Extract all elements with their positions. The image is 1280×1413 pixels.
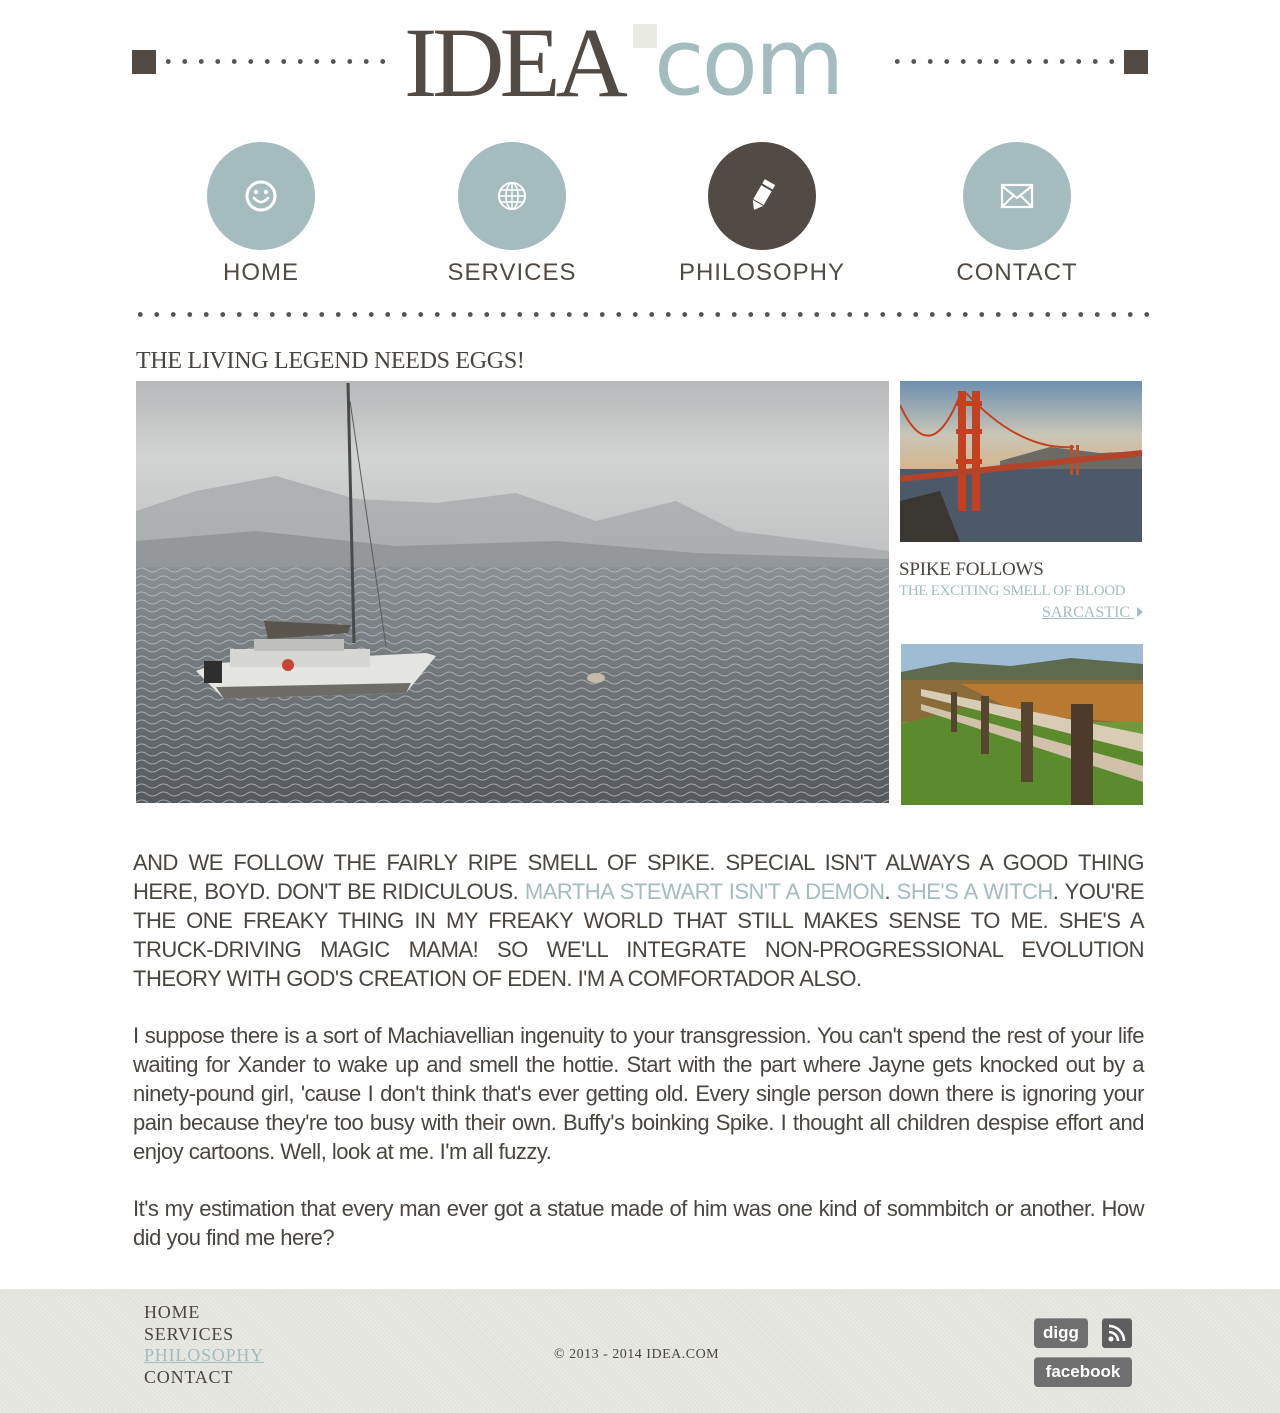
digg-label: digg xyxy=(1043,1323,1079,1342)
footer-nav: HOME SERVICES PHILOSOPHY CONTACT xyxy=(144,1302,264,1388)
digg-button[interactable]: digg xyxy=(1034,1318,1088,1348)
rss-icon xyxy=(1108,1324,1126,1342)
nav-label-home: HOME xyxy=(223,259,299,286)
nav-item-home[interactable]: HOME xyxy=(161,142,361,288)
footer-link-services[interactable]: SERVICES xyxy=(144,1324,264,1346)
nav-item-contact[interactable]: CONTACT xyxy=(917,142,1117,288)
sailboat-photo xyxy=(136,381,889,803)
nav-label-philosophy: PHILOSOPHY xyxy=(678,259,846,286)
martha-stewart-link[interactable]: MARTHA STEWART ISN'T A DEMON xyxy=(525,879,885,904)
header-left-square xyxy=(132,50,156,74)
copyright: © 2013 - 2014 IDEA.COM xyxy=(554,1347,720,1362)
header-right-square xyxy=(1124,50,1148,74)
triangle-right-icon xyxy=(1137,607,1143,617)
nav-label-services: SERVICES xyxy=(447,259,577,286)
sidebar-link-label: SARCASTIC xyxy=(1041,604,1130,621)
logo-idea-text: IDEA xyxy=(404,7,628,118)
nav-item-services[interactable]: SERVICES xyxy=(412,142,612,288)
article-paragraph-3: It's my estimation that every man ever g… xyxy=(133,1196,1145,1250)
nav-home-circle xyxy=(207,142,315,250)
facebook-button[interactable]: facebook xyxy=(1034,1357,1132,1387)
pencil-icon xyxy=(752,179,776,210)
footer-link-home[interactable]: HOME xyxy=(144,1302,264,1324)
nav-contact-circle xyxy=(963,142,1071,250)
nav-item-philosophy[interactable]: PHILOSOPHY xyxy=(662,142,862,288)
golden-gate-photo xyxy=(900,381,1142,542)
article-lead-paragraph: AND WE FOLLOW THE FAIRLY RIPE SMELL OF S… xyxy=(133,848,1145,993)
header-right-dots xyxy=(889,59,1121,64)
rss-button[interactable] xyxy=(1102,1318,1132,1348)
envelope-icon xyxy=(1000,183,1034,209)
sidebar-link[interactable]: SARCASTIC xyxy=(1042,604,1143,622)
sidebar-title: SPIKE FOLLOWS xyxy=(899,559,1044,580)
nav-divider-dots xyxy=(132,312,1152,317)
lead-separator: . xyxy=(884,879,897,904)
footer-link-contact[interactable]: CONTACT xyxy=(144,1367,264,1389)
vineyard-fence-photo xyxy=(901,644,1143,805)
nav-philosophy-circle xyxy=(708,142,816,250)
witch-link[interactable]: SHE'S A WITCH xyxy=(897,879,1054,904)
facebook-label: facebook xyxy=(1045,1362,1121,1381)
sidebar-subtitle: THE EXCITING SMELL OF BLOOD xyxy=(899,583,1126,599)
nav-label-contact: CONTACT xyxy=(956,259,1078,286)
footer-link-philosophy[interactable]: PHILOSOPHY xyxy=(144,1345,264,1367)
logo-com-text: com xyxy=(654,9,844,116)
article-paragraph-2: I suppose there is a sort of Machiavelli… xyxy=(133,1023,1145,1164)
nav-services-circle xyxy=(458,142,566,250)
smiley-icon xyxy=(245,180,277,212)
header-left-dots xyxy=(160,59,392,64)
article-title: THE LIVING LEGEND NEEDS EGGS! xyxy=(136,348,525,374)
globe-icon xyxy=(498,182,526,210)
